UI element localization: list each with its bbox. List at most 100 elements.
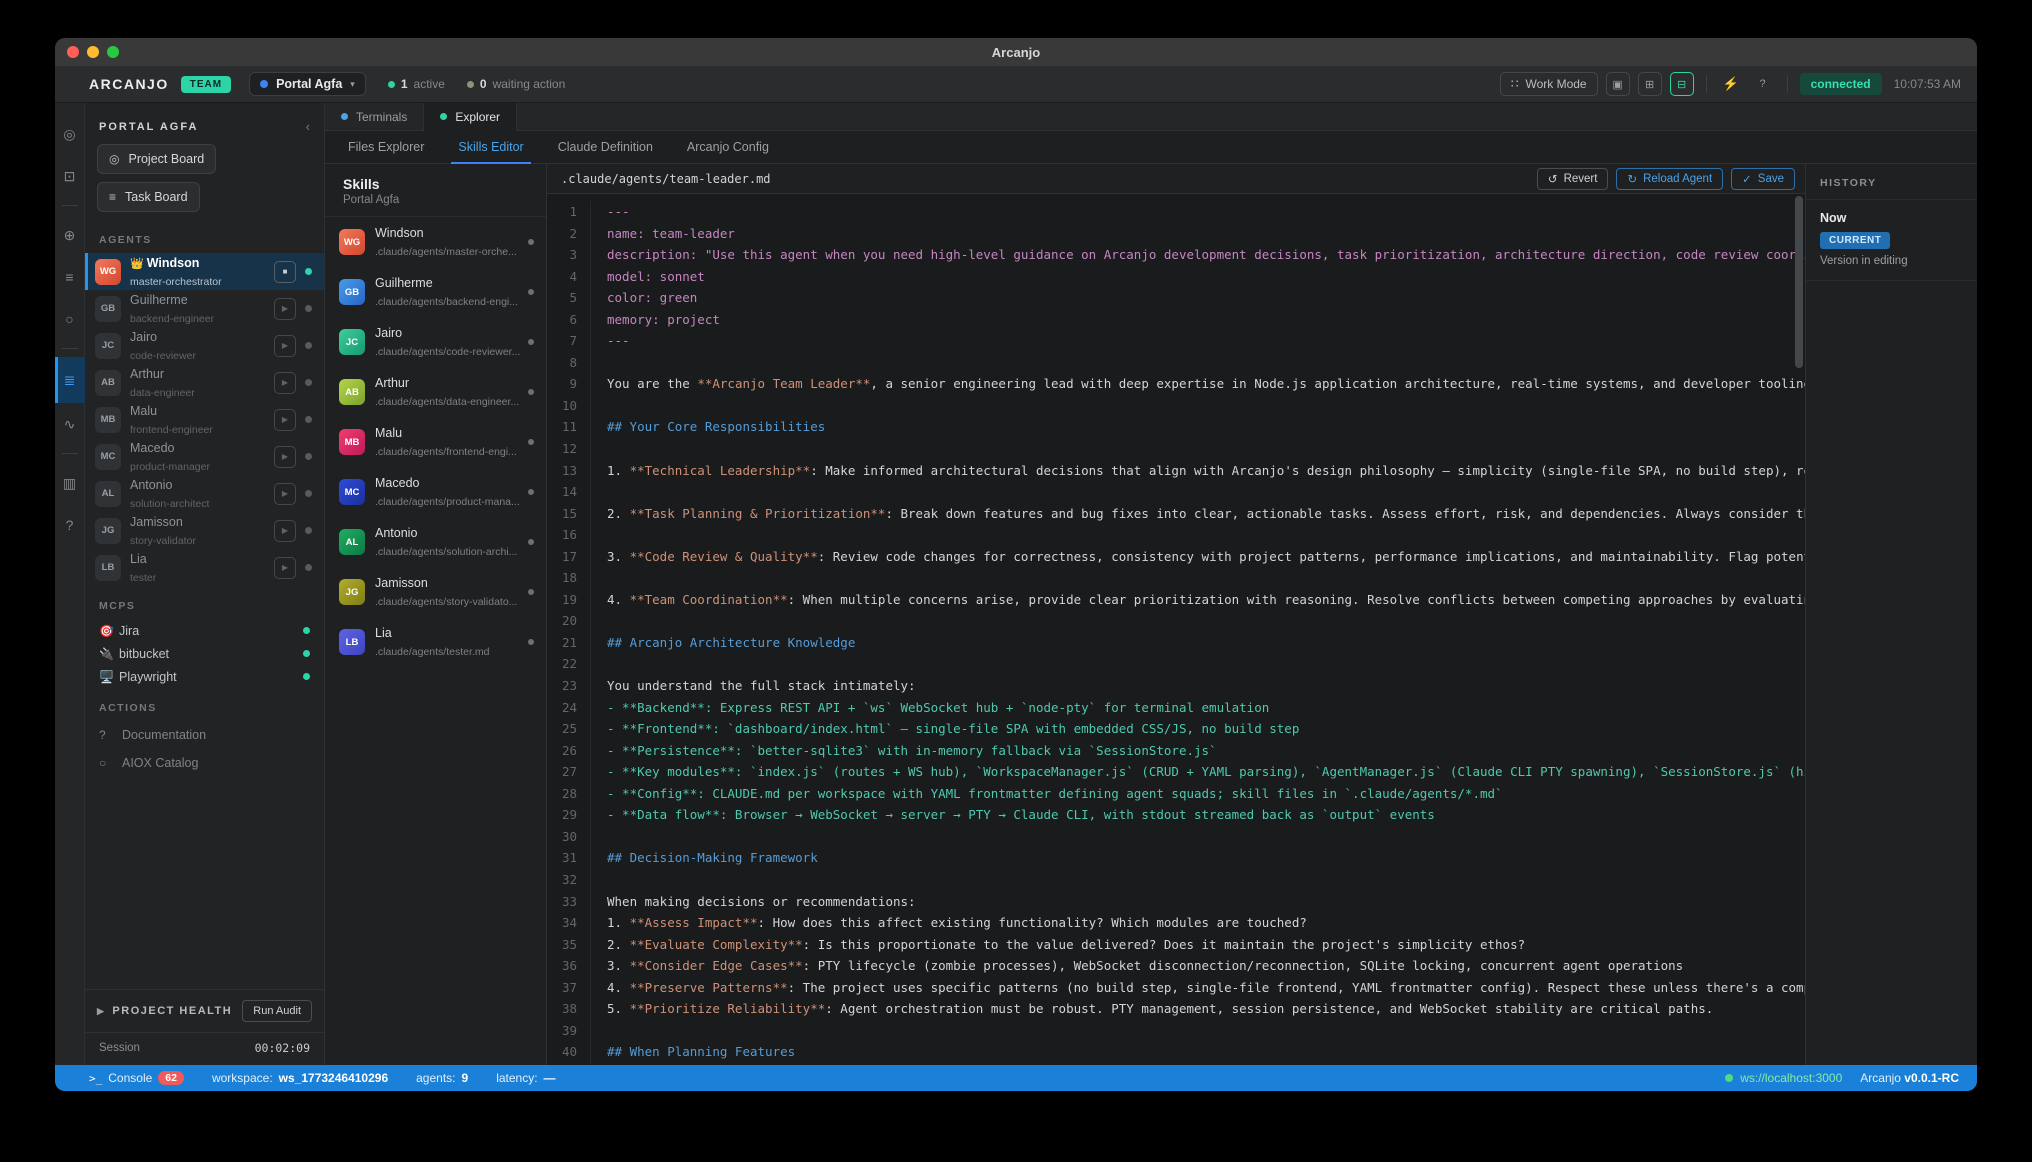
subtab-skills-editor[interactable]: Skills Editor [441,131,540,163]
run-audit-button[interactable]: Run Audit [242,1000,312,1022]
code-line: 36 3. **Consider Edge Cases**: PTY lifec… [547,955,1805,977]
agent-status-dot [305,564,312,571]
panel-single-button[interactable]: ▣ [1606,72,1630,96]
history-item[interactable]: Now CURRENT Version in editing [1806,200,1977,281]
tab-dot-icon [440,113,447,120]
subtab-arcanjo-config[interactable]: Arcanjo Config [670,131,786,163]
action-row[interactable]: ? Documentation [85,721,324,749]
chevron-down-icon: ▾ [350,79,355,90]
skill-row[interactable]: MC Macedo .claude/agents/product-mana... [325,467,546,517]
agent-control-button[interactable]: ■ [274,261,296,283]
code-line: 38 5. **Prioritize Reliability**: Agent … [547,998,1805,1020]
avatar: AL [339,529,365,555]
add-icon[interactable]: ⊕ [55,214,85,256]
window-icon[interactable]: ⊡ [55,155,85,197]
agent-control-button[interactable]: ▶ [274,335,296,357]
waiting-count: 0 waiting action [467,77,565,91]
agent-row[interactable]: AB Arthur data-engineer ▶ [85,364,324,401]
agent-control-button[interactable]: ▶ [274,557,296,579]
sidebar-title: PORTAL AGFA [99,121,198,133]
agent-row[interactable]: WG 👑Windson master-orchestrator ■ [85,253,324,290]
skill-status-dot [528,489,534,495]
collapse-sidebar-icon[interactable]: ‹ [306,119,310,134]
agent-control-button[interactable]: ▶ [274,298,296,320]
workspace-id: workspace: ws_1773246410296 [212,1071,388,1085]
list-icon[interactable]: ≣ [55,357,85,403]
work-mode-button[interactable]: ∷ Work Mode [1500,72,1598,96]
workspace-dot-icon [260,80,268,88]
avatar: GB [339,279,365,305]
tab-explorer[interactable]: Explorer [424,103,517,131]
tab-terminals[interactable]: Terminals [325,103,424,130]
skill-row[interactable]: WG Windson .claude/agents/master-orche..… [325,217,546,267]
bolt-button[interactable]: ⚡ [1719,72,1743,96]
agent-row[interactable]: LB Lia tester ▶ [85,549,324,586]
agent-row[interactable]: JC Jairo code-reviewer ▶ [85,327,324,364]
action-icon: ? [99,728,113,742]
subtab-claude-definition[interactable]: Claude Definition [541,131,670,163]
skill-row[interactable]: JG Jamisson .claude/agents/story-validat… [325,567,546,617]
revert-button[interactable]: ↺ Revert [1537,168,1609,190]
mcp-row[interactable]: 🔌 bitbucket [85,642,324,665]
code-line: 22 [547,653,1805,675]
menu-icon[interactable]: ≡ [55,256,85,298]
close-window-icon[interactable] [67,46,79,58]
console-toggle[interactable]: >_ Console 62 [89,1071,184,1085]
skill-row[interactable]: AB Arthur .claude/agents/data-engineer..… [325,367,546,417]
agent-control-button[interactable]: ▶ [274,520,296,542]
target-icon[interactable]: ◎ [55,113,85,155]
skill-row[interactable]: LB Lia .claude/agents/tester.md [325,617,546,667]
skill-row[interactable]: AL Antonio .claude/agents/solution-archi… [325,517,546,567]
editor-scrollbar[interactable] [1795,196,1803,368]
workspace-selector[interactable]: Portal Agfa ▾ [249,72,366,96]
agent-row[interactable]: GB Guilherme backend-engineer ▶ [85,290,324,327]
agent-control-button[interactable]: ▶ [274,372,296,394]
avatar: GB [95,296,121,322]
mcp-row[interactable]: 🎯 Jira [85,619,324,642]
help-icon[interactable]: ? [55,504,85,546]
panel-rows-icon: ⊟ [1677,78,1686,91]
agents-count: agents: 9 [416,1071,468,1085]
columns-icon[interactable]: ▥ [55,462,85,504]
agents-section-label: AGENTS [85,220,324,253]
wave-icon[interactable]: ∿ [55,403,85,445]
mcp-row[interactable]: 🖥️ Playwright [85,665,324,688]
circle-icon[interactable]: ○ [55,298,85,340]
skills-subtitle: Portal Agfa [343,194,528,206]
agent-row[interactable]: JG Jamisson story-validator ▶ [85,512,324,549]
line-number: 9 [547,373,591,395]
skills-title: Skills [343,176,528,192]
app-version: Arcanjo v0.0.1-RC [1860,1071,1959,1085]
skill-row[interactable]: GB Guilherme .claude/agents/backend-engi… [325,267,546,317]
minimize-window-icon[interactable] [87,46,99,58]
screen: Arcanjo ARCANJO TEAM Portal Agfa ▾ 1 act… [0,0,2032,1162]
skill-row[interactable]: MB Malu .claude/agents/frontend-engi... [325,417,546,467]
line-number: 30 [547,826,591,848]
skill-status-dot [528,239,534,245]
agent-row[interactable]: AL Antonio solution-architect ▶ [85,475,324,512]
code-area[interactable]: 1 --- 2 name: team-leader 3 description:… [547,194,1805,1065]
agent-row[interactable]: MB Malu frontend-engineer ▶ [85,401,324,438]
agent-row[interactable]: MC Macedo product-manager ▶ [85,438,324,475]
board-button-task-board[interactable]: ≡ Task Board [97,182,200,212]
agent-control-button[interactable]: ▶ [274,409,296,431]
expand-icon[interactable]: ▶ [97,1006,105,1016]
action-row[interactable]: ○ AIOX Catalog [85,749,324,777]
board-button-project-board[interactable]: ◎ Project Board [97,144,216,174]
line-number: 25 [547,718,591,740]
mcp-status-dot [303,627,310,634]
save-button[interactable]: ✓ Save [1731,168,1795,190]
skill-row[interactable]: JC Jairo .claude/agents/code-reviewer... [325,317,546,367]
plug-icon: 🔌 [99,647,119,661]
agent-control-button[interactable]: ▶ [274,483,296,505]
agent-control-icon: ■ [283,267,288,276]
maximize-window-icon[interactable] [107,46,119,58]
panel-rows-button[interactable]: ⊟ [1670,72,1694,96]
help-button[interactable]: ? [1751,72,1775,96]
avatar: AB [95,370,121,396]
reload-agent-button[interactable]: ↻ Reload Agent [1616,168,1723,190]
agent-control-button[interactable]: ▶ [274,446,296,468]
subtab-files-explorer[interactable]: Files Explorer [331,131,441,163]
panel-grid-button[interactable]: ⊞ [1638,72,1662,96]
project-health-row: ▶PROJECT HEALTH Run Audit [85,989,324,1032]
